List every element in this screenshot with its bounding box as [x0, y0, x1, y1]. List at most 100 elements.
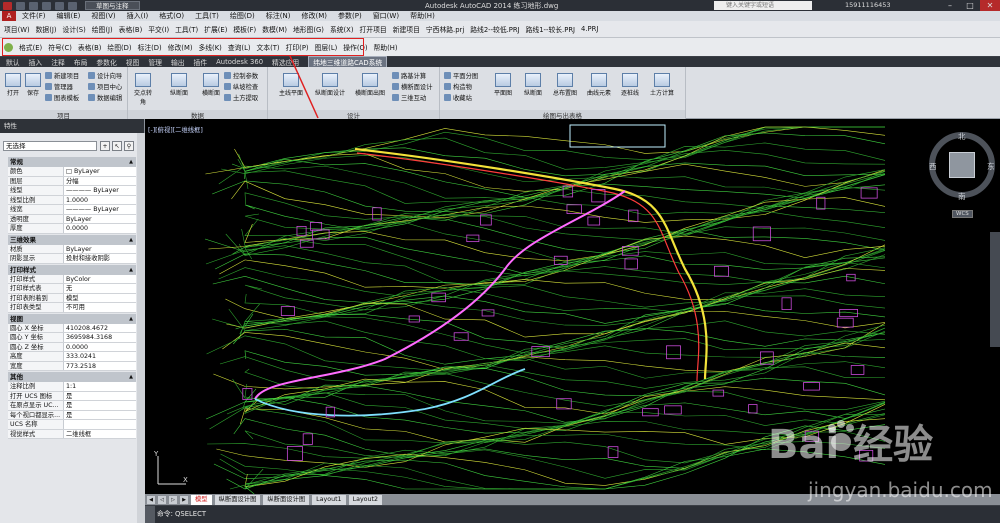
property-value[interactable]: ———— ByLayer	[64, 205, 136, 214]
menu-draw[interactable]: 绘图(D)	[230, 11, 255, 21]
property-value[interactable]: 1:1	[64, 382, 136, 391]
proj-menu-item[interactable]: 系统(X)	[330, 24, 354, 34]
tab-layout1[interactable]: Layout1	[312, 494, 346, 505]
earthwork-extract-button[interactable]: 土方提取	[224, 93, 258, 102]
plugin-menu-item[interactable]: 帮助(H)	[374, 42, 398, 52]
structure-button[interactable]: 构造物	[444, 82, 472, 91]
viewport-label[interactable]: [-][俯视][二维线框]	[148, 125, 203, 134]
undo-icon[interactable]	[55, 1, 64, 10]
chart-template-button[interactable]: 图表模板	[45, 93, 79, 102]
last-tab-button[interactable]: ▶	[180, 495, 188, 504]
tab-layout-profile-2[interactable]: 纵断面设计图	[263, 494, 310, 505]
menu-modify[interactable]: 修改(M)	[301, 11, 327, 21]
property-row[interactable]: 线宽 ———— ByLayer	[8, 205, 136, 215]
cross-section-design-button[interactable]: 横断面设计	[392, 82, 432, 91]
property-row[interactable]: 线型比例 1.0000	[8, 195, 136, 205]
minimize-button[interactable]: –	[940, 0, 960, 11]
proj-menu-item[interactable]: 扩展(E)	[204, 24, 227, 34]
tab-view[interactable]: 视图	[126, 57, 140, 67]
proj-menu-item[interactable]: 路线2--较低.PRJ	[470, 24, 519, 34]
proj-menu-item[interactable]: 设计(S)	[63, 24, 86, 34]
property-row[interactable]: 高度 333.0241	[8, 352, 136, 362]
property-row[interactable]: 打印样式表无	[8, 284, 136, 294]
menu-insert[interactable]: 插入(I)	[127, 11, 149, 21]
property-row[interactable]: 线型 ———— ByLayer	[8, 186, 136, 196]
menu-format[interactable]: 格式(O)	[159, 11, 184, 21]
data-edit-button[interactable]: 数据编辑	[88, 93, 122, 102]
property-row[interactable]: 视觉样式 二维线框	[8, 429, 136, 439]
proj-menu-item[interactable]: 地形图(G)	[293, 24, 324, 34]
plugin-menu-item[interactable]: 表格(B)	[78, 42, 102, 52]
tab-plugin[interactable]: 插件	[194, 57, 208, 67]
proj-menu-item[interactable]: 宁西林路.prj	[426, 24, 464, 34]
maximize-button[interactable]: □	[960, 0, 980, 11]
proj-menu-item[interactable]: 打开项目	[360, 24, 387, 34]
property-row[interactable]: 在原点显示 UC... 是	[8, 401, 136, 411]
plan-button[interactable]: 平面图	[490, 71, 516, 97]
property-value[interactable]: 是	[64, 391, 136, 400]
property-value[interactable]: 模型	[64, 293, 136, 302]
tab-annotate[interactable]: 注释	[51, 57, 65, 67]
tab-default[interactable]: 默认	[6, 57, 20, 67]
property-value[interactable]: 410208.4672	[64, 323, 136, 332]
control-params-button[interactable]: 控制参数	[224, 71, 258, 80]
tab-model[interactable]: 模型	[191, 494, 212, 505]
new-project-button[interactable]: 新建项目	[45, 71, 79, 80]
user-account[interactable]: 15911116453	[845, 1, 891, 9]
plugin-menu-item[interactable]: 文本(T)	[257, 42, 280, 52]
property-row[interactable]: 打印表类型 不可用	[8, 303, 136, 313]
plugin-menu-item[interactable]: 查询(L)	[228, 42, 251, 52]
tab-layout[interactable]: 布局	[74, 57, 88, 67]
property-value[interactable]: 分幅	[64, 176, 136, 185]
subgrade-calc-button[interactable]: 路基计算	[392, 71, 426, 80]
toggle-pickadd-button[interactable]: +	[100, 141, 110, 151]
compass-north[interactable]: 北	[958, 131, 966, 142]
general-layout-button[interactable]: 总布置图	[550, 71, 580, 97]
selection-dropdown[interactable]: 无选择	[3, 141, 97, 151]
proj-menu-item[interactable]: 工具(T)	[175, 24, 198, 34]
viewcube[interactable]	[949, 152, 975, 178]
property-section[interactable]: 常规	[8, 157, 136, 167]
save-icon[interactable]	[42, 1, 51, 10]
menu-help[interactable]: 帮助(H)	[410, 11, 435, 21]
property-value[interactable]: □ ByLayer	[64, 167, 136, 176]
property-value[interactable]: 二维线框	[64, 429, 136, 438]
proj-menu-item[interactable]: 4.PRJ	[581, 25, 598, 33]
app-menu-icon[interactable]: A	[2, 11, 16, 21]
tab-output[interactable]: 输出	[171, 57, 185, 67]
property-section[interactable]: 打印样式	[8, 264, 136, 275]
proj-menu-item[interactable]: 数据(J)	[36, 24, 57, 34]
redo-icon[interactable]	[68, 1, 77, 10]
property-row[interactable]: 打印表附着到 模型	[8, 293, 136, 303]
open-icon[interactable]	[29, 1, 38, 10]
property-value[interactable]: ByColor	[64, 274, 136, 283]
cross-section-button[interactable]: 横断面	[200, 71, 222, 97]
workspace-select[interactable]: 草图与注释	[85, 1, 140, 10]
property-row[interactable]: 圆心 X 坐标 410208.4672	[8, 323, 136, 333]
menu-window[interactable]: 窗口(W)	[373, 11, 399, 21]
proj-menu-item[interactable]: 项目(W)	[4, 24, 30, 34]
property-row[interactable]: UCS 名称	[8, 420, 136, 430]
property-section[interactable]: 三维效果	[8, 234, 136, 245]
first-tab-button[interactable]: ◀	[147, 495, 155, 504]
plugin-menu-item[interactable]: 图层(L)	[315, 42, 338, 52]
property-section[interactable]: 其他	[8, 372, 136, 382]
property-value[interactable]: 773.2518	[64, 361, 136, 370]
quick-select-button[interactable]: ⚲	[124, 141, 134, 151]
property-value[interactable]: 无	[64, 284, 136, 293]
proj-menu-item[interactable]: 模板(F)	[233, 24, 256, 34]
new-icon[interactable]	[16, 1, 25, 10]
property-row[interactable]: 圆心 Y 坐标 3695984.3168	[8, 333, 136, 343]
plugin-menu-item[interactable]: 修改(M)	[168, 42, 193, 52]
property-row[interactable]: 打印样式 ByColor	[8, 274, 136, 284]
plugin-menu-item[interactable]: 标注(D)	[138, 42, 162, 52]
property-row[interactable]: 透明度 ByLayer	[8, 214, 136, 224]
proj-menu-item[interactable]: 表格(B)	[119, 24, 143, 34]
prev-tab-button[interactable]: ◁	[158, 495, 166, 504]
save-button[interactable]: 保存	[22, 71, 44, 97]
menu-file[interactable]: 文件(F)	[22, 11, 46, 21]
plugin-menu-item[interactable]: 格式(E)	[19, 42, 42, 52]
plugin-menu-item[interactable]: 操作(O)	[343, 42, 367, 52]
proj-menu-item[interactable]: 平交(I)	[148, 24, 169, 34]
earthwork-calc-button[interactable]: 土方计算	[646, 71, 678, 97]
